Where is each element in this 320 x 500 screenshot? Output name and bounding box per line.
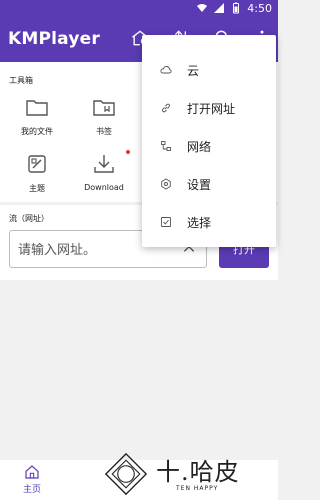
nav-home-label: 主页 [22,485,41,495]
download-icon [94,155,114,173]
menu-item-network[interactable]: 网络 [142,127,276,165]
menu-label: 云 [187,63,200,78]
bookmark-folder-icon [93,100,115,116]
home-icon [25,465,39,479]
tool-label: 主题 [29,184,45,193]
watermark-subtext: TEN HAPPY [176,485,219,492]
watermark-text: 十.哈皮 [156,458,240,486]
menu-item-settings[interactable]: 设置 [142,165,276,203]
menu-label: 选择 [187,215,212,230]
menu-label: 设置 [187,177,212,192]
menu-item-open-url[interactable]: 打开网址 [142,89,276,127]
tool-label: 我的文件 [21,127,53,136]
status-time: 4:50 [247,2,272,15]
menu-label: 打开网址 [187,101,236,116]
overflow-menu: 云 打开网址 网络 设置 选择 [142,35,276,247]
download-badge [126,150,130,154]
theme-icon [28,155,46,173]
watermark: 十.哈皮 TEN HAPPY [104,450,264,498]
gear-icon [161,178,171,190]
checkbox-icon [161,217,171,227]
menu-label: 网络 [187,139,212,154]
tool-bookmarks[interactable]: 书签 [74,95,134,137]
nav-home[interactable]: 主页 [16,464,48,495]
link-icon [162,103,170,113]
wifi-icon [197,4,207,12]
stream-heading: 流（网址） [9,214,49,223]
toolbox-heading: 工具箱 [9,76,33,85]
tool-theme[interactable]: 主题 [7,152,67,194]
status-bar: 4:50 [0,0,278,18]
battery-icon [233,2,239,14]
menu-item-cloud[interactable]: 云 [142,51,276,89]
network-icon [161,141,171,151]
tool-label: 书签 [96,127,112,136]
signal-icon [214,3,224,13]
tool-download[interactable]: Download [74,152,134,192]
cloud-icon [160,65,172,74]
watermark-logo-icon [104,452,148,496]
tool-label: Download [84,183,124,192]
app-title: KMPlayer [8,29,100,49]
menu-item-select[interactable]: 选择 [142,203,276,241]
tool-my-files[interactable]: 我的文件 [7,95,67,137]
status-icons [196,2,242,14]
folder-icon [26,100,48,116]
